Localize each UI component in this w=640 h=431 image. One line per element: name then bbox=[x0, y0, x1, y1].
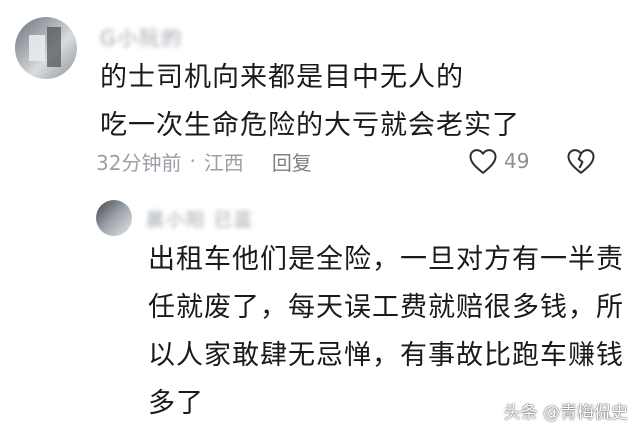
comment-location: 江西 bbox=[203, 150, 244, 175]
meta-separator: · bbox=[189, 149, 196, 173]
reply-line: 出租车他们是全险，一旦对方有一半责 bbox=[148, 244, 624, 275]
like-count: 49 bbox=[504, 149, 530, 173]
commenter-name[interactable]: G小阮的 bbox=[100, 22, 184, 51]
replier-name[interactable]: 晨小阳 已蓝 bbox=[146, 206, 254, 232]
like-button[interactable]: 49 bbox=[468, 147, 529, 175]
comment-meta: 32分钟前 · 江西 回复 bbox=[96, 146, 616, 176]
reply-line: 以人家敢肆无忌惮，有事故比跑车赚钱 bbox=[148, 340, 624, 371]
comment-line: 的士司机向来都是目中无人的 bbox=[100, 62, 464, 93]
comment-text: 的士司机向来都是目中无人的 吃一次生命危险的大亏就会老实了 bbox=[100, 54, 620, 150]
reply-button[interactable]: 回复 bbox=[272, 147, 312, 176]
watermark: 头条 @青梅侃史 bbox=[503, 403, 628, 423]
replier-avatar[interactable] bbox=[96, 200, 132, 236]
dislike-button[interactable] bbox=[566, 147, 596, 179]
comment-time: 32分钟前 bbox=[96, 150, 182, 175]
broken-heart-icon bbox=[567, 149, 595, 174]
commenter-avatar[interactable] bbox=[15, 17, 77, 79]
reply-line: 任就废了，每天误工费就赔很多钱，所 bbox=[148, 292, 624, 323]
heart-outline-icon bbox=[469, 149, 497, 174]
comment-line: 吃一次生命危险的大亏就会老实了 bbox=[100, 110, 520, 141]
